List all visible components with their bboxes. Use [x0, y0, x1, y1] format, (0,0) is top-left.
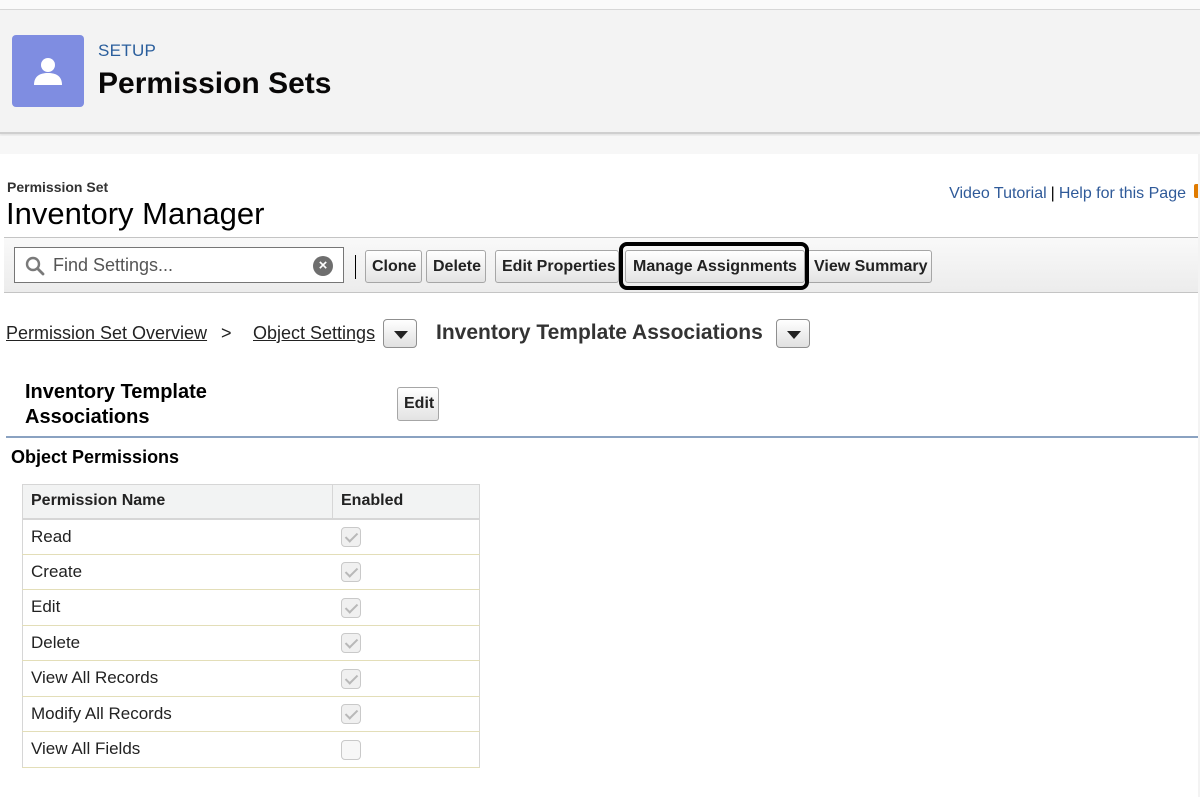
table-row: Modify All Records — [22, 696, 480, 732]
section-divider — [6, 436, 1198, 438]
table-row: Edit — [22, 589, 480, 626]
view-summary-button[interactable]: View Summary — [807, 250, 932, 283]
object-permissions-table: Permission Name Enabled Read Create Edit De… — [22, 484, 480, 768]
table-row: Delete — [22, 625, 480, 661]
help-page-link[interactable]: Help for this Page — [1059, 185, 1186, 202]
checked-checkbox — [340, 562, 361, 582]
breadcrumb: Permission Set Overview > Object Setting… — [6, 319, 1186, 351]
breadcrumb-separator: > — [221, 323, 232, 343]
toolbar-divider — [355, 255, 356, 279]
table-row: View All Records — [22, 660, 480, 697]
checked-checkbox — [340, 633, 361, 653]
search-input[interactable] — [53, 252, 303, 278]
permission-name-cell: View All Records — [22, 660, 333, 697]
unchecked-checkbox — [340, 739, 361, 760]
top-strip — [0, 0, 1200, 10]
permission-name-cell: Modify All Records — [22, 696, 333, 732]
column-header: Permission Name — [22, 484, 333, 520]
enabled-cell — [332, 589, 480, 626]
current-object-dropdown[interactable] — [776, 319, 810, 348]
edit-button[interactable]: Edit — [397, 387, 439, 421]
user-icon — [12, 35, 84, 107]
table-row: View All Fields — [22, 731, 480, 768]
page-title: Permission Sets — [98, 67, 332, 100]
record-name: Inventory Manager — [6, 196, 265, 231]
enabled-cell — [332, 625, 480, 661]
enabled-cell — [332, 696, 480, 732]
enabled-cell — [332, 731, 480, 768]
table-row: Create — [22, 554, 480, 590]
object-settings-dropdown[interactable] — [383, 319, 417, 348]
permission-name-cell: Edit — [22, 589, 333, 626]
permission-name-cell: Delete — [22, 625, 333, 661]
help-links: Video Tutorial | Help for this Page — [949, 185, 1186, 203]
permission-name-cell: Read — [22, 518, 333, 555]
table-header-row: Permission Name Enabled — [22, 484, 480, 520]
help-links-separator: | — [1050, 185, 1055, 202]
breadcrumb-object-settings-link[interactable]: Object Settings — [253, 323, 375, 344]
enabled-cell — [332, 660, 480, 697]
permission-name-cell: View All Fields — [22, 731, 333, 768]
toolbar: × Clone Delete Edit Properties Manage As… — [4, 237, 1198, 293]
checked-checkbox — [340, 597, 361, 618]
main-content: Permission Set Inventory Manager Video T… — [0, 154, 1198, 797]
checked-checkbox — [340, 526, 361, 547]
record-type-label: Permission Set — [7, 179, 109, 195]
video-tutorial-link[interactable]: Video Tutorial — [949, 185, 1047, 202]
clear-search-icon[interactable]: × — [313, 256, 333, 276]
clone-button[interactable]: Clone — [365, 250, 422, 283]
table-row: Read — [22, 518, 480, 555]
checked-checkbox — [340, 704, 361, 724]
column-header: Enabled — [332, 484, 480, 520]
checked-checkbox — [340, 668, 361, 689]
table-body: Read Create Edit Delete View All Records Modi… — [22, 518, 480, 768]
section-title: Inventory Template Associations — [25, 381, 207, 428]
search-icon — [25, 256, 45, 281]
object-permissions-heading: Object Permissions — [11, 447, 180, 467]
find-settings-search: × — [14, 247, 344, 283]
breadcrumb-current: Inventory Template Associations — [436, 321, 763, 344]
permission-name-cell: Create — [22, 554, 333, 590]
page-header: SETUP Permission Sets — [0, 10, 1200, 134]
delete-button[interactable]: Delete — [426, 250, 486, 283]
breadcrumb-overview-link[interactable]: Permission Set Overview — [6, 323, 207, 344]
edit-properties-button[interactable]: Edit Properties — [495, 250, 619, 283]
header-gap — [0, 136, 1200, 154]
manage-assignments-button[interactable]: Manage Assignments — [625, 250, 805, 283]
header-eyebrow: SETUP — [98, 41, 157, 60]
help-icon-edge — [1194, 184, 1198, 198]
enabled-cell — [332, 518, 480, 555]
enabled-cell — [332, 554, 480, 590]
